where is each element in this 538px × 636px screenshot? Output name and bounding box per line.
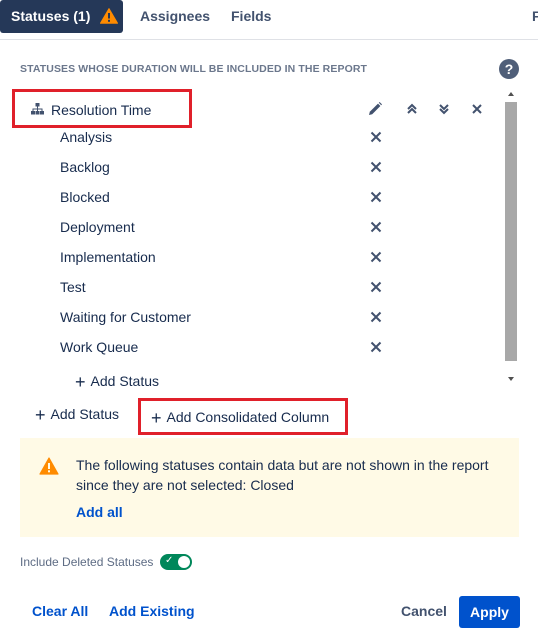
list-item: Analysis [60,122,410,152]
include-deleted-toggle[interactable]: ✓ [160,554,192,570]
add-consolidated-column-highlight: + Add Consolidated Column [138,398,348,435]
add-status-in-group-button[interactable]: + Add Status [75,372,159,393]
status-label: Test [60,279,86,295]
plus-icon: + [35,405,46,425]
status-label: Blocked [60,189,110,205]
list-item: Work Queue [60,332,410,362]
section-title: STATUSES WHOSE DURATION WILL BE INCLUDED… [20,63,368,75]
help-icon[interactable]: ? [499,59,519,79]
status-label: Backlog [60,159,110,175]
clear-all-button[interactable]: Clear All [32,603,88,619]
status-label: Deployment [60,219,135,235]
warning-message: The following statuses contain data but … [76,457,489,493]
tab-statuses[interactable]: Statuses (1) [0,0,123,33]
warning-icon [39,457,59,475]
remove-status-icon[interactable] [370,341,382,353]
scroll-up-arrow-icon[interactable] [508,92,514,96]
list-item: Test [60,272,410,302]
group-row-resolution-time: Resolution Time [12,89,500,128]
remove-status-icon[interactable] [370,221,382,233]
status-list: Resolution Time Analysis Backlog Blocked… [12,88,519,392]
plus-icon: + [75,372,86,392]
close-icon[interactable] [469,101,485,117]
double-chevron-up-icon[interactable] [404,101,420,117]
add-status-button[interactable]: + Add Status [35,405,119,426]
add-status-label: Add Status [50,406,120,422]
status-label: Analysis [60,129,113,145]
remove-status-icon[interactable] [370,131,382,143]
add-status-in-group-label: Add Status [90,373,160,389]
scrollbar-thumb[interactable] [505,102,517,361]
tab-overflow[interactable]: F [532,0,538,33]
tab-assignees[interactable]: Assignees [140,0,210,33]
toggle-knob [178,556,190,568]
include-deleted-label: Include Deleted Statuses [20,555,154,569]
list-item: Backlog [60,152,410,182]
list-item: Implementation [60,242,410,272]
add-consolidated-column-label: Add Consolidated Column [166,409,330,425]
hierarchy-icon [31,103,44,115]
list-item: Waiting for Customer [60,302,410,332]
list-item: Deployment [60,212,410,242]
double-chevron-down-icon[interactable] [436,101,452,117]
status-label: Waiting for Customer [60,309,191,325]
warning-icon [100,7,119,24]
pencil-icon[interactable] [367,101,383,117]
scrollbar[interactable] [503,88,519,387]
add-all-link[interactable]: Add all [76,504,123,520]
tab-bar: Statuses (1) Assignees Fields F [0,0,538,40]
list-item: Blocked [60,182,410,212]
remove-status-icon[interactable] [370,311,382,323]
add-consolidated-column-button[interactable]: + Add Consolidated Column [151,408,329,429]
apply-button[interactable]: Apply [459,596,520,628]
remove-status-icon[interactable] [370,281,382,293]
plus-icon: + [151,408,162,428]
tab-fields[interactable]: Fields [231,0,271,33]
group-label[interactable]: Resolution Time [51,102,151,118]
warning-panel: The following statuses contain data but … [20,438,519,537]
cancel-button[interactable]: Cancel [401,603,447,619]
check-icon: ✓ [165,555,174,566]
remove-status-icon[interactable] [370,191,382,203]
add-existing-button[interactable]: Add Existing [109,603,195,619]
remove-status-icon[interactable] [370,161,382,173]
status-label: Implementation [60,249,156,265]
tab-statuses-label: Statuses (1) [11,8,91,24]
status-label: Work Queue [60,339,139,355]
remove-status-icon[interactable] [370,251,382,263]
scroll-down-arrow-icon[interactable] [508,377,514,381]
